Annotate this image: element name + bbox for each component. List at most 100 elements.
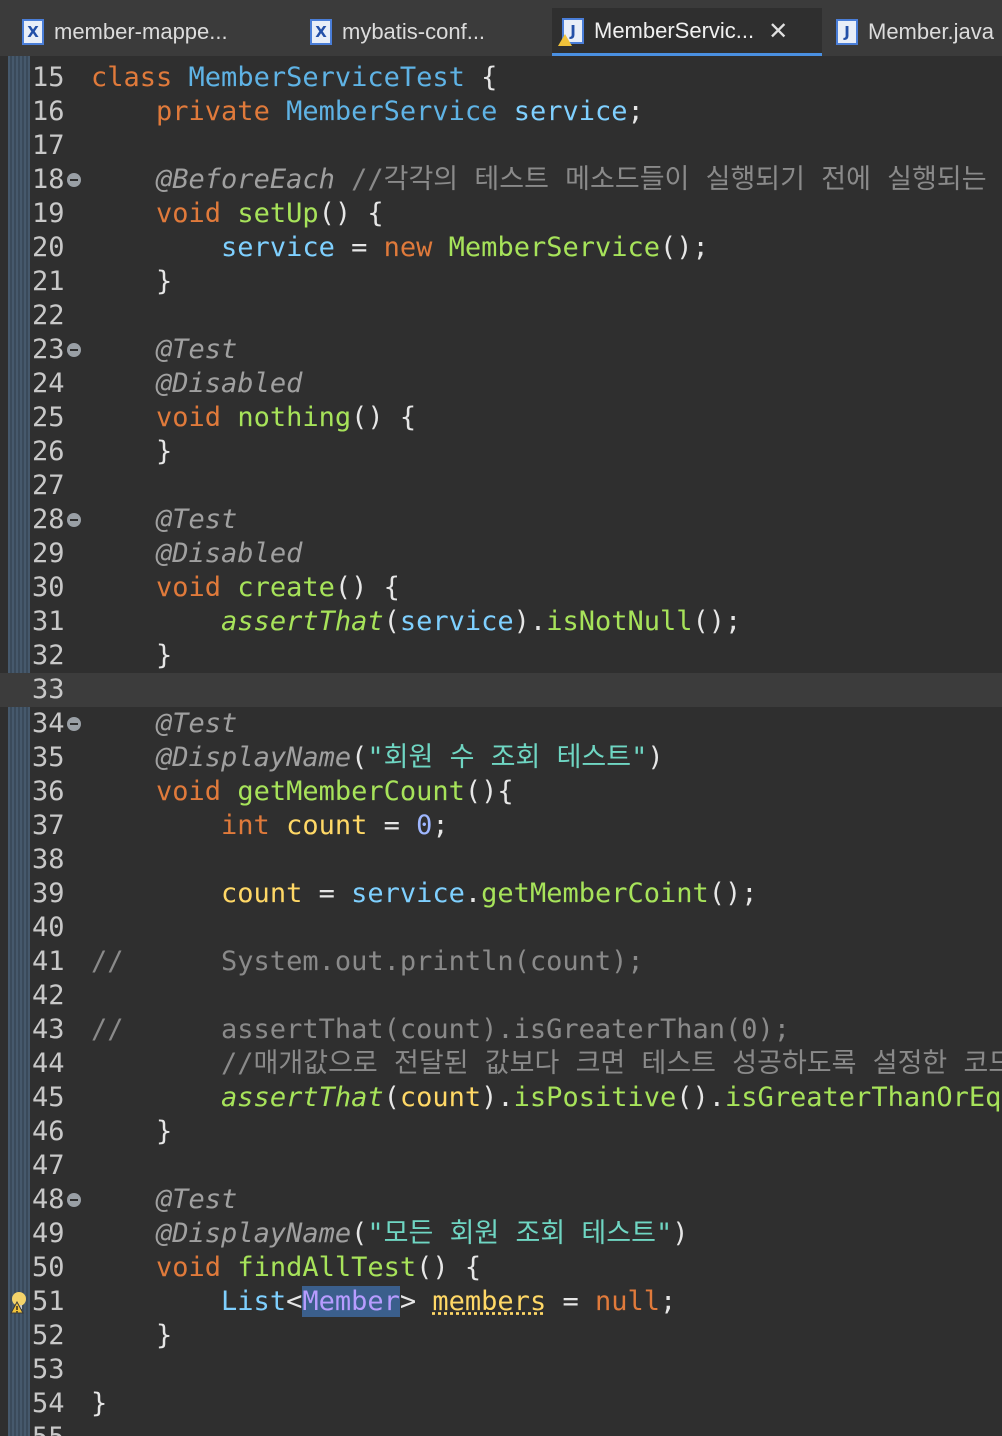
line-number: 23 bbox=[32, 334, 65, 365]
code-token: () { bbox=[351, 402, 417, 433]
tab-1[interactable]: Xmybatis-conf... bbox=[300, 8, 550, 56]
code-line[interactable]: 25 void nothing() { bbox=[0, 401, 1002, 435]
code-token: @Test bbox=[156, 1184, 238, 1215]
line-number: 17 bbox=[32, 130, 65, 161]
tab-0[interactable]: Xmember-mappe... bbox=[12, 8, 292, 56]
line-number: 15 bbox=[32, 62, 65, 93]
code-line[interactable]: 32 } bbox=[0, 639, 1002, 673]
code-line[interactable]: 55 bbox=[0, 1421, 1002, 1436]
code-line[interactable]: 37 int count = 0; bbox=[0, 809, 1002, 843]
code-line[interactable]: 21 } bbox=[0, 265, 1002, 299]
code-line[interactable]: 22 bbox=[0, 299, 1002, 333]
code-token: = bbox=[302, 878, 352, 909]
code-line[interactable]: 20 service = new MemberService(); bbox=[0, 231, 1002, 265]
code-line[interactable]: 34 @Test bbox=[0, 707, 1002, 741]
code-line[interactable]: 47 bbox=[0, 1149, 1002, 1183]
code-token: 0 bbox=[416, 810, 433, 841]
code-token: } bbox=[91, 266, 173, 297]
line-number: 46 bbox=[32, 1116, 65, 1147]
code-line[interactable]: 49 @DisplayName("모든 회원 조회 테스트") bbox=[0, 1217, 1002, 1251]
code-line[interactable]: 35 @DisplayName("회원 수 조회 테스트") bbox=[0, 741, 1002, 775]
code-text: @Test bbox=[91, 707, 237, 741]
code-text: } bbox=[91, 639, 172, 673]
code-token: ( bbox=[383, 606, 400, 637]
code-token: ) bbox=[647, 742, 664, 773]
code-line[interactable]: 15 class MemberServiceTest { bbox=[0, 61, 1002, 95]
code-line[interactable]: 50 void findAllTest() { bbox=[0, 1251, 1002, 1285]
line-number: 16 bbox=[32, 96, 65, 127]
code-line[interactable]: 54} bbox=[0, 1387, 1002, 1421]
code-line[interactable]: 43 // assertThat(count).isGreaterThan(0); bbox=[0, 1013, 1002, 1047]
code-token: //매개값으로 전달된 값보다 크면 테스트 성공하도록 설정한 코드 bbox=[221, 1048, 1002, 1079]
code-line[interactable]: 38 bbox=[0, 843, 1002, 877]
tab-3[interactable]: J Member.java bbox=[826, 8, 1002, 56]
code-line[interactable]: 53 bbox=[0, 1353, 1002, 1387]
line-number: 20 bbox=[32, 232, 65, 263]
code-token: = bbox=[546, 1286, 595, 1317]
code-line[interactable]: 39 count = service.getMemberCoint(); bbox=[0, 877, 1002, 911]
code-token: nothing bbox=[237, 402, 352, 433]
collapse-fold-icon[interactable] bbox=[67, 717, 81, 731]
code-line[interactable]: 42 bbox=[0, 979, 1002, 1013]
code-token: @Test bbox=[156, 708, 238, 739]
code-token: isGreaterThanOrEqualTo bbox=[725, 1082, 1002, 1113]
code-text: //매개값으로 전달된 값보다 크면 테스트 성공하도록 설정한 코드 bbox=[91, 1047, 1002, 1081]
collapse-fold-icon[interactable] bbox=[67, 343, 81, 357]
code-text: @BeforeEach //각각의 테스트 메소드들이 실행되기 전에 실행되는 bbox=[91, 163, 987, 197]
code-line[interactable]: 27 bbox=[0, 469, 1002, 503]
code-text: int count = 0; bbox=[91, 809, 449, 843]
code-line[interactable]: 44 //매개값으로 전달된 값보다 크면 테스트 성공하도록 설정한 코드 bbox=[0, 1047, 1002, 1081]
code-token: = bbox=[334, 232, 384, 263]
line-number: 39 bbox=[32, 878, 65, 909]
close-tab-icon[interactable]: ✕ bbox=[768, 17, 788, 45]
code-line[interactable]: 40 bbox=[0, 911, 1002, 945]
quick-fix-warning-icon[interactable] bbox=[8, 1290, 30, 1314]
code-line[interactable]: 48 @Test bbox=[0, 1183, 1002, 1217]
collapse-fold-icon[interactable] bbox=[67, 173, 81, 187]
collapse-fold-icon[interactable] bbox=[67, 1193, 81, 1207]
code-line[interactable]: 41 // System.out.println(count); bbox=[0, 945, 1002, 979]
code-token: } bbox=[91, 436, 173, 467]
code-line[interactable]: 16 private MemberService service; bbox=[0, 95, 1002, 129]
code-line[interactable]: 33 bbox=[0, 673, 1002, 707]
code-line[interactable]: 28 @Test bbox=[0, 503, 1002, 537]
code-token: = bbox=[367, 810, 417, 841]
code-line[interactable]: 52 } bbox=[0, 1319, 1002, 1353]
code-line[interactable]: 17 bbox=[0, 129, 1002, 163]
code-line[interactable]: 23 @Test bbox=[0, 333, 1002, 367]
code-token: //각각의 테스트 메소드들이 실행되기 전에 실행되는 bbox=[351, 164, 987, 195]
line-number: 53 bbox=[32, 1354, 65, 1385]
code-editor[interactable]: 15 class MemberServiceTest {16 private Me… bbox=[0, 56, 1002, 1436]
code-line[interactable]: 51 List<Member> members = null; bbox=[0, 1285, 1002, 1319]
code-text: // System.out.println(count); bbox=[91, 945, 644, 979]
code-line[interactable]: 36 void getMemberCount(){ bbox=[0, 775, 1002, 809]
code-line[interactable]: 31 assertThat(service).isNotNull(); bbox=[0, 605, 1002, 639]
code-token: service bbox=[399, 606, 514, 637]
tab-2[interactable]: J MemberServic... ✕ bbox=[552, 8, 822, 56]
code-line[interactable]: 24 @Disabled bbox=[0, 367, 1002, 401]
code-line[interactable]: 26 } bbox=[0, 435, 1002, 469]
line-number: 37 bbox=[32, 810, 65, 841]
code-line[interactable]: 46 } bbox=[0, 1115, 1002, 1149]
code-token: List bbox=[221, 1286, 287, 1317]
code-line[interactable]: 30 void create() { bbox=[0, 571, 1002, 605]
code-text: @Test bbox=[91, 333, 237, 367]
code-token: void bbox=[156, 572, 222, 603]
code-line[interactable]: 29 @Disabled bbox=[0, 537, 1002, 571]
code-line[interactable]: 45 assertThat(count).isPositive().isGrea… bbox=[0, 1081, 1002, 1115]
code-line[interactable]: 18 @BeforeEach //각각의 테스트 메소드들이 실행되기 전에 실… bbox=[0, 163, 1002, 197]
code-text: } bbox=[91, 1387, 107, 1421]
code-line[interactable]: 19 void setUp() { bbox=[0, 197, 1002, 231]
collapse-fold-icon[interactable] bbox=[67, 513, 81, 527]
code-token: // assertThat(count).isGreaterThan(0); bbox=[91, 1014, 790, 1045]
code-token: isNotNull bbox=[546, 606, 693, 637]
